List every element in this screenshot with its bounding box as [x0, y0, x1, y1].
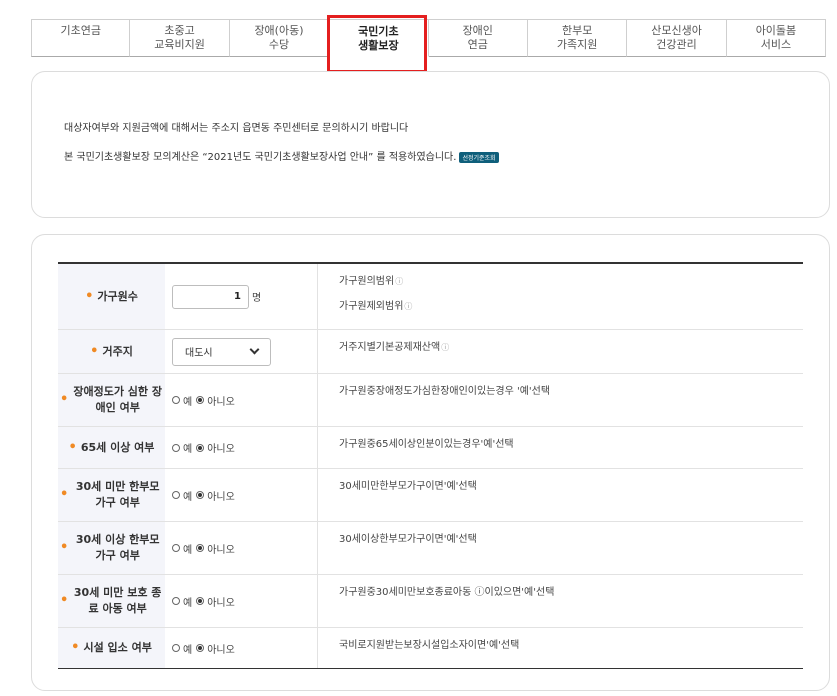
row-severe-disability: • 장애정도가 심한 장애인 여부 예 아니오 가구원중장애정도가심한장애인이있는경우 … — [58, 374, 803, 427]
single-parent-over-30-label: • 30세 이상 한부모 가구 여부 — [58, 522, 165, 574]
bullet-icon: • — [60, 593, 69, 608]
age-65-no-radio[interactable]: 아니오 — [196, 440, 235, 455]
program-tabs: 기초연금 초중고 교육비지원 장애(아동) 수당 국민기초 생활보장 장애인 연금 한부… — [31, 19, 827, 57]
bullet-icon: • — [60, 392, 69, 407]
radio-icon — [172, 597, 180, 605]
radio-icon — [172, 491, 180, 499]
row-protection-ended-child: • 30세 미만 보호 종료 아동 여부 예 아니오 가구원중30세미만보호종료아동 ⓘ… — [58, 575, 803, 628]
single-parent-over-30-description: 30세이상한부모가구이면'예'선택 — [339, 534, 477, 545]
row-age-65: • 65세 이상 여부 예 아니오 가구원중65세이상인분이있는경우'예'선택 — [58, 427, 803, 469]
tab-maternal-newborn[interactable]: 산모신생아 건강관리 — [627, 19, 727, 57]
radio-icon — [172, 443, 180, 452]
radio-icon — [196, 597, 205, 605]
row-facility-resident: • 시설 입소 여부 예 아니오 국비로지원받는보장시설입소자이면'예'선택 — [58, 628, 803, 668]
severe-disability-yes-radio[interactable]: 예 — [172, 393, 192, 408]
severe-disability-description: 가구원중장애정도가심한장애인이있는경우 '예'선택 — [339, 386, 551, 397]
residence-deduction-link[interactable]: 거주지별기본공제재산액 — [339, 342, 440, 353]
single-parent-over-30-no-radio[interactable]: 아니오 — [196, 541, 235, 556]
single-parent-under-30-label: • 30세 미만 한부모 가구 여부 — [58, 469, 165, 521]
notice-panel: 대상자여부와 지원금액에 대해서는 주소지 읍면동 주민센터로 문의하시기 바랍… — [31, 71, 830, 218]
tab-child-care[interactable]: 아이돌봄 서비스 — [726, 19, 827, 57]
single-parent-under-30-yes-radio[interactable]: 예 — [172, 488, 192, 503]
severe-disability-label: • 장애정도가 심한 장애인 여부 — [58, 374, 165, 426]
facility-resident-yes-radio[interactable]: 예 — [172, 641, 192, 656]
tab-school-expense[interactable]: 초중고 교육비지원 — [130, 19, 230, 57]
tab-basic-livelihood[interactable]: 국민기초 생활보장 — [329, 19, 429, 57]
tab-single-parent[interactable]: 한부모 가족지원 — [527, 19, 628, 57]
household-count-input[interactable] — [172, 284, 249, 309]
tab-basic-pension[interactable]: 기초연금 — [31, 19, 131, 57]
facility-resident-description: 국비로지원받는보장시설입소자이면'예'선택 — [339, 640, 520, 651]
bullet-icon: • — [60, 487, 69, 502]
single-parent-under-30-description: 30세미만한부모가구이면'예'선택 — [339, 481, 477, 492]
notice-line-contact: 대상자여부와 지원금액에 대해서는 주소지 읍면동 주민센터로 문의하시기 바랍… — [64, 123, 409, 134]
single-parent-under-30-no-radio[interactable]: 아니오 — [196, 488, 235, 503]
help-icon[interactable]: ⓘ — [404, 302, 412, 311]
residence-select[interactable]: 대도시 — [172, 337, 271, 366]
protection-ended-child-yes-radio[interactable]: 예 — [172, 594, 192, 609]
protection-ended-child-description: 가구원중30세미만보호종료아동 ⓘ이있으면'예'선택 — [339, 587, 555, 598]
radio-icon — [196, 544, 205, 552]
age-65-yes-radio[interactable]: 예 — [172, 440, 192, 455]
facility-resident-no-radio[interactable]: 아니오 — [196, 641, 235, 656]
household-exclusion-link[interactable]: 가구원제외범위 — [339, 301, 403, 312]
criteria-lookup-badge[interactable]: 선정기준조회 — [459, 151, 499, 163]
age-65-description: 가구원중65세이상인분이있는경우'예'선택 — [339, 439, 514, 450]
calculator-table: •가구원수 명 가구원의범위ⓘ 가구원제외범위ⓘ •거주지 대도시 거주지별기본… — [58, 262, 803, 669]
radio-icon — [196, 644, 205, 652]
help-icon[interactable]: ⓘ — [441, 343, 449, 352]
single-parent-over-30-yes-radio[interactable]: 예 — [172, 541, 192, 556]
tab-disability-pension[interactable]: 장애인 연금 — [428, 19, 528, 57]
row-single-parent-over-30: • 30세 이상 한부모 가구 여부 예 아니오 30세이상한부모가구이면'예'선택 — [58, 522, 803, 575]
bullet-icon: • — [60, 540, 69, 555]
row-household: •가구원수 명 가구원의범위ⓘ 가구원제외범위ⓘ — [58, 264, 803, 330]
radio-icon — [196, 396, 205, 404]
protection-ended-child-label: • 30세 미만 보호 종료 아동 여부 — [58, 575, 165, 627]
help-icon[interactable]: ⓘ — [395, 277, 403, 286]
radio-icon — [172, 544, 180, 552]
radio-icon — [172, 644, 180, 652]
radio-icon — [172, 396, 180, 404]
facility-resident-label: • 시설 입소 여부 — [58, 628, 165, 668]
household-scope-link[interactable]: 가구원의범위 — [339, 276, 394, 287]
age-65-label: • 65세 이상 여부 — [58, 427, 165, 468]
protection-ended-child-no-radio[interactable]: 아니오 — [196, 594, 235, 609]
notice-line-guide: 본 국민기초생활보장 모의계산은 “2021년도 국민기초생활보장사업 안내” … — [64, 148, 499, 163]
severe-disability-no-radio[interactable]: 아니오 — [196, 393, 235, 408]
tab-disability-allowance[interactable]: 장애(아동) 수당 — [229, 19, 330, 57]
radio-icon — [196, 491, 205, 499]
bullet-icon: • — [68, 439, 77, 455]
bullet-icon: • — [85, 288, 94, 304]
residence-label: • 거주지 — [58, 330, 165, 373]
bullet-icon: • — [90, 343, 99, 359]
row-single-parent-under-30: • 30세 미만 한부모 가구 여부 예 아니오 30세미만한부모가구이면'예'선택 — [58, 469, 803, 522]
radio-icon — [196, 443, 205, 452]
chevron-down-icon — [249, 344, 260, 355]
row-residence: • 거주지 대도시 거주지별기본공제재산액ⓘ — [58, 330, 803, 374]
household-label: • 가구원수 — [58, 264, 165, 329]
bullet-icon: • — [71, 640, 80, 655]
